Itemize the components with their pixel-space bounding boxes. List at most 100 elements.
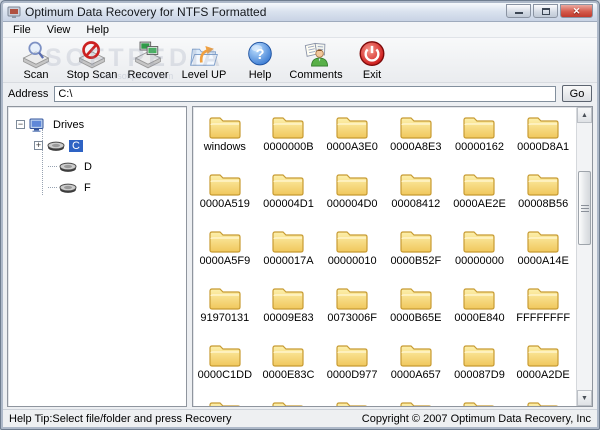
folder-item[interactable]: 0000A8E3 (384, 112, 448, 169)
folder-item[interactable]: 0000000B (257, 112, 321, 169)
tree-stub (48, 187, 57, 188)
folder-icon (271, 226, 305, 254)
folder-item[interactable]: 0000A3E0 (320, 112, 384, 169)
folder-item[interactable] (257, 397, 321, 406)
folder-icon (526, 112, 560, 140)
folder-item[interactable]: 0073006F (320, 283, 384, 340)
red-power-icon (359, 41, 385, 67)
minimize-button[interactable] (506, 4, 531, 18)
scroll-up-button[interactable]: ▲ (577, 107, 592, 123)
close-button[interactable]: ✕ (560, 4, 593, 18)
folder-item[interactable]: 00008B56 (511, 169, 575, 226)
folder-item[interactable]: windows (193, 112, 257, 169)
folder-label: 0000A5F9 (199, 255, 251, 267)
folder-item[interactable]: 0000D8A1 (511, 112, 575, 169)
level-up-button[interactable]: Level UP (177, 40, 231, 81)
tree-drive-c[interactable]: + C (34, 135, 182, 156)
folder-item[interactable]: 0000A5F9 (193, 226, 257, 283)
menu-file[interactable]: File (5, 23, 39, 37)
recover-button[interactable]: Recover (121, 40, 175, 81)
titlebar[interactable]: Optimum Data Recovery for NTFS Formatted… (3, 3, 597, 22)
folder-item[interactable]: FFFFFFFF (511, 283, 575, 340)
address-input[interactable] (54, 85, 556, 102)
folder-item[interactable]: 00008412 (384, 169, 448, 226)
folder-label: 000004D0 (326, 198, 378, 210)
exit-button[interactable]: Exit (345, 40, 399, 81)
vertical-scrollbar[interactable]: ▲ ▼ (576, 107, 592, 406)
folder-icon (399, 112, 433, 140)
maximize-button[interactable] (533, 4, 558, 18)
tree-drive-f[interactable]: F (48, 177, 182, 198)
folder-item[interactable]: 0000017A (257, 226, 321, 283)
folder-item[interactable] (384, 397, 448, 406)
folder-label: 00008412 (391, 198, 441, 210)
folder-item[interactable]: 0000A14E (511, 226, 575, 283)
folder-item[interactable]: 000087D9 (448, 340, 512, 397)
folder-icon (462, 169, 496, 197)
folder-item[interactable]: 00009E83 (257, 283, 321, 340)
folder-item[interactable]: 0000AE2E (448, 169, 512, 226)
folder-label: 0000B65E (390, 312, 442, 324)
folder-item[interactable]: 0000B65E (384, 283, 448, 340)
disk-prohibition-icon (76, 41, 108, 69)
folder-item[interactable]: 0000A2DE (511, 340, 575, 397)
drive-f-label: F (84, 181, 91, 194)
folder-icon (271, 169, 305, 197)
tree-stub (48, 166, 57, 167)
folder-item[interactable]: 0000A657 (384, 340, 448, 397)
folder-item[interactable] (511, 397, 575, 406)
drive-icon (59, 162, 77, 172)
comments-button[interactable]: Comments (289, 40, 343, 81)
folder-icon (335, 340, 369, 368)
folder-item[interactable] (193, 397, 257, 406)
folder-icon (462, 397, 496, 406)
folder-item[interactable]: 0000C1DD (193, 340, 257, 397)
tree-node-drives[interactable]: − Drives (16, 114, 182, 135)
folder-icon (462, 340, 496, 368)
drive-icon (59, 183, 77, 193)
folder-item[interactable]: 0000B52F (384, 226, 448, 283)
folder-label: 0000B52F (390, 255, 442, 267)
go-button[interactable]: Go (562, 85, 592, 102)
folder-item[interactable]: 00000000 (448, 226, 512, 283)
folder-item[interactable]: 0000E840 (448, 283, 512, 340)
folder-icon (462, 112, 496, 140)
tree-drive-d[interactable]: D (48, 156, 182, 177)
scroll-down-button[interactable]: ▼ (577, 390, 592, 406)
folder-label: 00000000 (455, 255, 504, 267)
stop-scan-button[interactable]: Stop Scan (65, 40, 119, 81)
folder-item[interactable]: 00000010 (320, 226, 384, 283)
folder-item[interactable]: 0000A519 (193, 169, 257, 226)
address-bar: Address Go (3, 83, 597, 104)
folder-icon (271, 283, 305, 311)
folder-item[interactable]: 91970131 (193, 283, 257, 340)
folder-item[interactable]: 0000D977 (320, 340, 384, 397)
exit-label: Exit (362, 69, 382, 81)
folder-icon (271, 340, 305, 368)
folder-label: 0000D8A1 (517, 141, 570, 153)
app-window: Optimum Data Recovery for NTFS Formatted… (0, 0, 600, 430)
folder-item[interactable]: 000004D1 (257, 169, 321, 226)
folder-item[interactable]: 0000E83C (257, 340, 321, 397)
app-icon (7, 6, 21, 18)
folder-item[interactable] (448, 397, 512, 406)
collapse-box-icon[interactable]: − (16, 120, 25, 129)
folder-icon (462, 226, 496, 254)
folder-label: 0000017A (263, 255, 314, 267)
folder-item[interactable]: 000004D0 (320, 169, 384, 226)
folder-label: 000004D1 (263, 198, 314, 210)
menu-view[interactable]: View (39, 23, 79, 37)
folder-item[interactable] (320, 397, 384, 406)
expand-box-icon[interactable]: + (34, 141, 43, 150)
folder-item[interactable]: 00000162 (448, 112, 512, 169)
scan-label: Scan (23, 69, 49, 81)
scroll-thumb[interactable] (578, 171, 591, 245)
scan-button[interactable]: Scan (9, 40, 63, 81)
folder-icon (271, 397, 305, 406)
folder-icon (271, 112, 305, 140)
folder-icon (462, 283, 496, 311)
folder-label: 0000000B (263, 141, 314, 153)
menu-help[interactable]: Help (78, 23, 117, 37)
help-button[interactable]: ? Help (233, 40, 287, 81)
scroll-track[interactable] (577, 123, 592, 390)
